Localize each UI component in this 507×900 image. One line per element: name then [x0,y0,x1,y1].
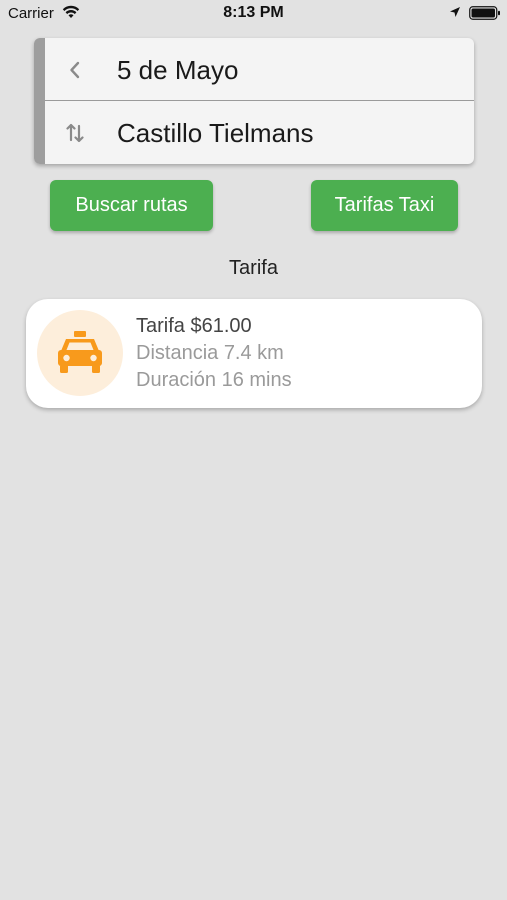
fare-duration: Duración 16 mins [136,369,292,391]
search-routes-button[interactable]: Buscar rutas [50,180,213,231]
status-bar: Carrier 8:13 PM [0,0,507,28]
route-search-card: 5 de Mayo Castillo Tielmans [34,38,474,164]
swap-vertical-icon[interactable] [63,121,87,145]
destination-row[interactable]: Castillo Tielmans [45,101,474,164]
chevron-left-icon[interactable] [63,58,87,82]
origin-field[interactable]: 5 de Mayo [117,55,238,86]
destination-field[interactable]: Castillo Tielmans [117,118,314,149]
taxi-icon [58,331,102,373]
fare-price: Tarifa $61.00 [136,315,252,337]
section-title: Tarifa [229,257,278,279]
fare-card[interactable]: Tarifa $61.00 Distancia 7.4 km Duración … [26,299,482,408]
location-arrow-icon [450,7,460,17]
taxi-fares-button[interactable]: Tarifas Taxi [311,180,458,231]
fare-distance: Distancia 7.4 km [136,342,284,364]
route-card-accent [34,38,45,164]
fare-avatar [37,310,123,396]
origin-row[interactable]: 5 de Mayo [45,38,474,101]
clock: 8:13 PM [223,4,284,21]
battery-icon [469,6,500,20]
